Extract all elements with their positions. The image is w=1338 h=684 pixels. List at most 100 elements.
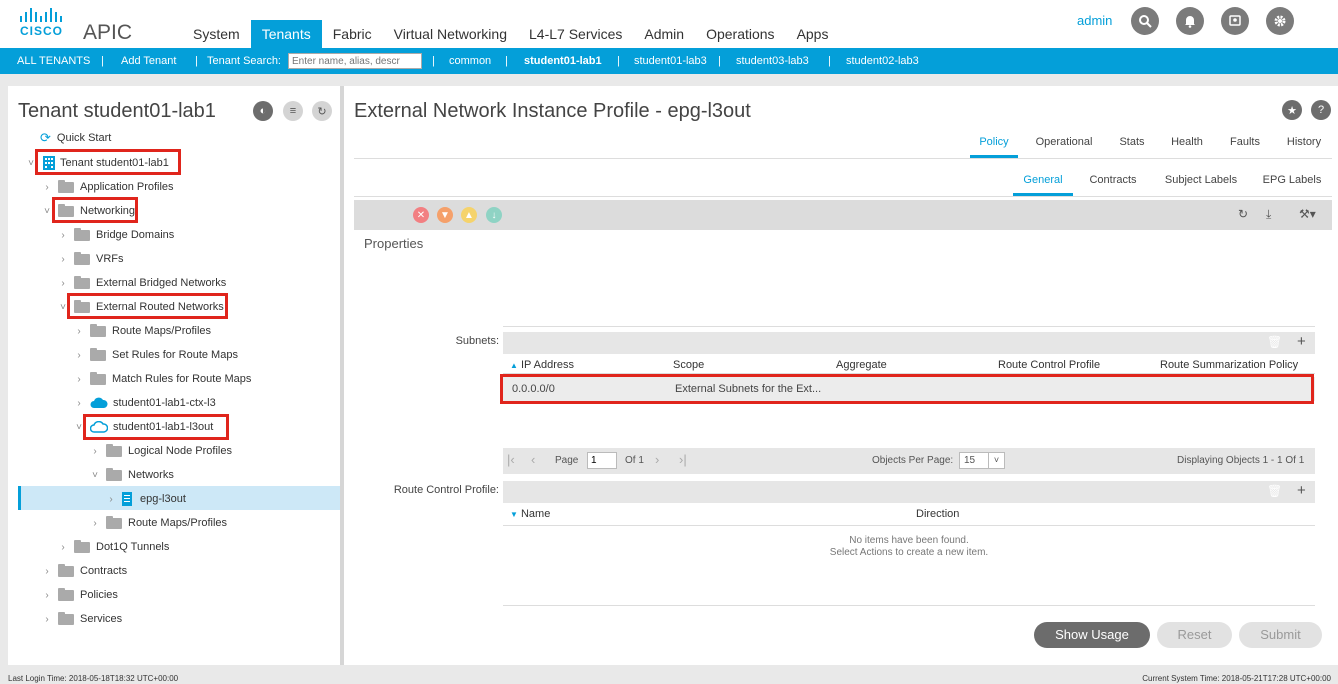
download-icon[interactable]: ⤓ bbox=[1266, 207, 1271, 222]
tenant-info-icon[interactable]: ◐ bbox=[253, 101, 273, 121]
add-tenant-link[interactable]: Add Tenant bbox=[121, 48, 176, 74]
tenant-link-student03-lab3[interactable]: student03-lab3 bbox=[736, 48, 809, 74]
user-menu[interactable]: admin bbox=[1077, 13, 1112, 28]
subtab-epg-labels[interactable]: EPG Labels bbox=[1256, 168, 1328, 196]
column-scope[interactable]: Scope bbox=[673, 359, 704, 371]
tree-contracts[interactable]: › Contracts bbox=[42, 560, 127, 582]
prev-page-icon[interactable]: ‹ bbox=[531, 452, 535, 467]
tree-route-maps[interactable]: › Route Maps/Profiles bbox=[74, 320, 211, 342]
column-direction[interactable]: Direction bbox=[916, 508, 959, 520]
nav-operations[interactable]: Operations bbox=[695, 20, 785, 48]
tree-ctx-l3[interactable]: › student01-lab1-ctx-l3 bbox=[74, 392, 215, 414]
nav-l4-l7-services[interactable]: L4-L7 Services bbox=[518, 20, 633, 48]
critical-fault-icon[interactable]: ✕ bbox=[413, 207, 429, 223]
chevron-right-icon[interactable]: › bbox=[58, 230, 68, 241]
tenant-link-common[interactable]: common bbox=[449, 48, 491, 74]
chevron-right-icon[interactable]: › bbox=[58, 278, 68, 289]
divider bbox=[354, 158, 1332, 159]
per-page-select[interactable]: 15 ˅ bbox=[959, 452, 1005, 469]
tree-external-bridged-networks[interactable]: › External Bridged Networks bbox=[58, 272, 226, 294]
tree-policies[interactable]: › Policies bbox=[42, 584, 118, 606]
minor-fault-icon[interactable]: ▲ bbox=[461, 207, 477, 223]
help-icon[interactable]: ? bbox=[1311, 100, 1331, 120]
tree-vrfs[interactable]: › VRFs bbox=[58, 248, 124, 270]
chevron-right-icon[interactable]: › bbox=[74, 398, 84, 409]
search-icon[interactable] bbox=[1131, 7, 1159, 35]
last-page-icon[interactable]: ›| bbox=[679, 452, 687, 467]
nav-fabric[interactable]: Fabric bbox=[322, 20, 383, 48]
nav-system[interactable]: System bbox=[182, 20, 251, 48]
chevron-right-icon[interactable]: › bbox=[74, 374, 84, 385]
refresh-icon[interactable]: ↻ bbox=[1238, 207, 1248, 221]
chevron-right-icon[interactable]: › bbox=[90, 446, 100, 457]
page-input[interactable] bbox=[587, 452, 617, 469]
tree-services[interactable]: › Services bbox=[42, 608, 122, 630]
tree-logical-node-profiles[interactable]: › Logical Node Profiles bbox=[90, 440, 232, 462]
tree-epg-l3out[interactable]: › epg-l3out bbox=[106, 488, 186, 510]
tab-stats[interactable]: Stats bbox=[1114, 130, 1150, 158]
chevron-right-icon[interactable]: › bbox=[106, 494, 116, 505]
tenant-link-student01-lab3[interactable]: student01-lab3 bbox=[634, 48, 707, 74]
chevron-right-icon[interactable]: › bbox=[42, 566, 52, 577]
chevron-down-icon[interactable]: ˅ bbox=[90, 470, 100, 481]
tab-policy[interactable]: Policy bbox=[970, 130, 1018, 158]
tree-networks[interactable]: ˅ Networks bbox=[90, 464, 174, 486]
trash-icon[interactable]: 🗑 bbox=[1267, 335, 1282, 349]
major-fault-icon[interactable]: ▼ bbox=[437, 207, 453, 223]
filter-icon[interactable]: ≡ bbox=[283, 101, 303, 121]
tab-operational[interactable]: Operational bbox=[1030, 130, 1098, 158]
trash-icon[interactable]: 🗑 bbox=[1267, 484, 1282, 498]
chevron-right-icon[interactable]: › bbox=[58, 254, 68, 265]
next-page-icon[interactable]: › bbox=[655, 452, 659, 467]
subtab-general[interactable]: General bbox=[1013, 168, 1073, 196]
nav-apps[interactable]: Apps bbox=[786, 20, 840, 48]
chevron-right-icon[interactable]: › bbox=[42, 182, 52, 193]
tab-faults[interactable]: Faults bbox=[1224, 130, 1266, 158]
chevron-right-icon[interactable]: › bbox=[74, 326, 84, 337]
bell-icon[interactable] bbox=[1176, 7, 1204, 35]
tenant-search-input[interactable] bbox=[288, 53, 422, 69]
tree-dot1q-tunnels[interactable]: › Dot1Q Tunnels bbox=[58, 536, 169, 558]
tree-bridge-domains[interactable]: › Bridge Domains bbox=[58, 224, 174, 246]
per-page-label: Objects Per Page: bbox=[872, 455, 954, 466]
column-aggregate[interactable]: Aggregate bbox=[836, 359, 887, 371]
tree-quick-start[interactable]: ⟳ Quick Start bbox=[40, 127, 111, 149]
chevron-down-icon[interactable]: ˅ bbox=[42, 206, 52, 217]
nav-tenants[interactable]: Tenants bbox=[250, 20, 322, 48]
column-route-control-profile[interactable]: Route Control Profile bbox=[998, 359, 1100, 371]
subtab-subject-labels[interactable]: Subject Labels bbox=[1160, 168, 1242, 196]
chevron-right-icon[interactable]: › bbox=[74, 350, 84, 361]
chevron-right-icon[interactable]: › bbox=[58, 542, 68, 553]
warning-fault-icon[interactable]: ↓ bbox=[486, 207, 502, 223]
column-route-summarization-policy[interactable]: Route Summarization Policy bbox=[1160, 359, 1298, 371]
chevron-right-icon[interactable]: › bbox=[42, 590, 52, 601]
gear-icon[interactable] bbox=[1266, 7, 1294, 35]
tree-route-maps-profiles[interactable]: › Route Maps/Profiles bbox=[90, 512, 227, 534]
chevron-right-icon[interactable]: › bbox=[42, 614, 52, 625]
all-tenants-link[interactable]: ALL TENANTS bbox=[17, 48, 90, 74]
tenant-link-student01-lab1[interactable]: student01-lab1 bbox=[524, 48, 602, 74]
column-name[interactable]: ▼ Name bbox=[510, 508, 550, 520]
nav-admin[interactable]: Admin bbox=[633, 20, 695, 48]
add-icon[interactable]: + bbox=[1297, 333, 1306, 350]
chevron-right-icon[interactable]: › bbox=[90, 518, 100, 529]
tree-application-profiles[interactable]: › Application Profiles bbox=[42, 176, 174, 198]
subtab-contracts[interactable]: Contracts bbox=[1080, 168, 1146, 196]
submit-button[interactable]: Submit bbox=[1239, 622, 1322, 648]
show-usage-button[interactable]: Show Usage bbox=[1034, 622, 1150, 648]
tab-history[interactable]: History bbox=[1280, 130, 1328, 158]
tools-icon[interactable]: ⚒▾ bbox=[1299, 207, 1316, 221]
column-ip-address[interactable]: ▲ IP Address bbox=[510, 359, 574, 371]
add-icon[interactable]: + bbox=[1297, 482, 1306, 499]
tenant-link-student02-lab3[interactable]: student02-lab3 bbox=[846, 48, 919, 74]
tree-set-rules[interactable]: › Set Rules for Route Maps bbox=[74, 344, 238, 366]
nav-virtual-networking[interactable]: Virtual Networking bbox=[383, 20, 518, 48]
tree-match-rules[interactable]: › Match Rules for Route Maps bbox=[74, 368, 251, 390]
first-page-icon[interactable]: |‹ bbox=[507, 452, 515, 467]
refresh-icon[interactable]: ↻ bbox=[312, 101, 332, 121]
feedback-icon[interactable] bbox=[1221, 7, 1249, 35]
reset-button[interactable]: Reset bbox=[1157, 622, 1232, 648]
star-icon[interactable]: ★ bbox=[1282, 100, 1302, 120]
tree-label: Contracts bbox=[80, 565, 128, 577]
tab-health[interactable]: Health bbox=[1166, 130, 1208, 158]
